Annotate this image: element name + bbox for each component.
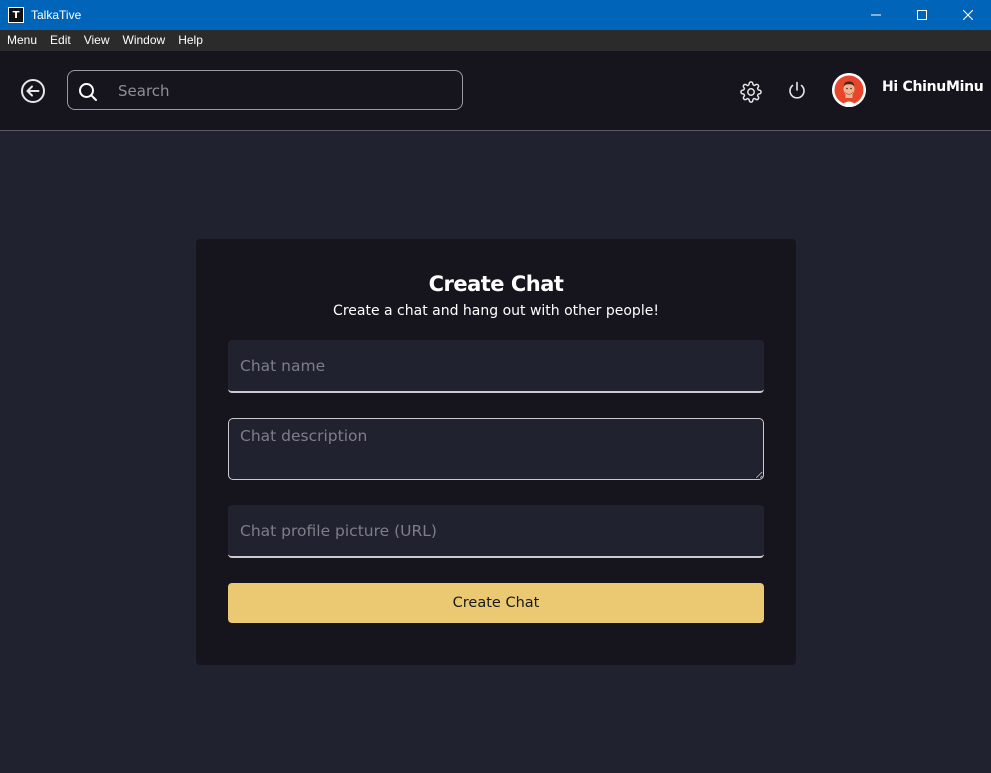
close-icon — [963, 10, 973, 20]
window-controls — [853, 0, 991, 30]
card-title: Create Chat — [428, 272, 564, 296]
search-icon — [79, 83, 97, 101]
create-chat-button[interactable]: Create Chat — [228, 583, 764, 623]
user-avatar-icon — [832, 73, 866, 107]
gear-icon — [740, 81, 762, 103]
create-chat-card: Create Chat Create a chat and hang out w… — [196, 239, 796, 665]
menu-item-edit[interactable]: Edit — [43, 30, 77, 51]
logout-button[interactable] — [786, 80, 808, 102]
search-box — [67, 70, 463, 111]
menu-item-view[interactable]: View — [77, 30, 116, 51]
back-arrow-icon — [21, 79, 45, 103]
chat-picture-url-input[interactable] — [228, 505, 764, 558]
minimize-icon — [871, 14, 881, 16]
app-header: Hi ChinuMinu — [0, 51, 991, 131]
maximize-button[interactable] — [899, 0, 945, 30]
menu-item-help[interactable]: Help — [171, 30, 209, 51]
minimize-button[interactable] — [853, 0, 899, 30]
user-greeting: Hi ChinuMinu — [882, 79, 984, 95]
power-icon — [789, 81, 805, 99]
window-title: TalkaTive — [31, 8, 82, 22]
card-subtitle: Create a chat and hang out with other pe… — [333, 303, 659, 319]
settings-button[interactable] — [740, 81, 762, 103]
menu-item-window[interactable]: Window — [116, 30, 172, 51]
menu-item-menu[interactable]: Menu — [0, 30, 43, 51]
window-titlebar: T TalkaTive — [0, 0, 991, 30]
close-window-button[interactable] — [945, 0, 991, 30]
chat-description-input[interactable] — [228, 418, 764, 480]
avatar[interactable] — [832, 73, 866, 107]
chat-name-input[interactable] — [228, 340, 764, 393]
menu-bar: Menu Edit View Window Help — [0, 30, 991, 51]
maximize-icon — [917, 10, 927, 20]
app-logo-icon: T — [8, 7, 24, 23]
search-input[interactable] — [116, 71, 450, 111]
back-button[interactable] — [20, 78, 46, 104]
